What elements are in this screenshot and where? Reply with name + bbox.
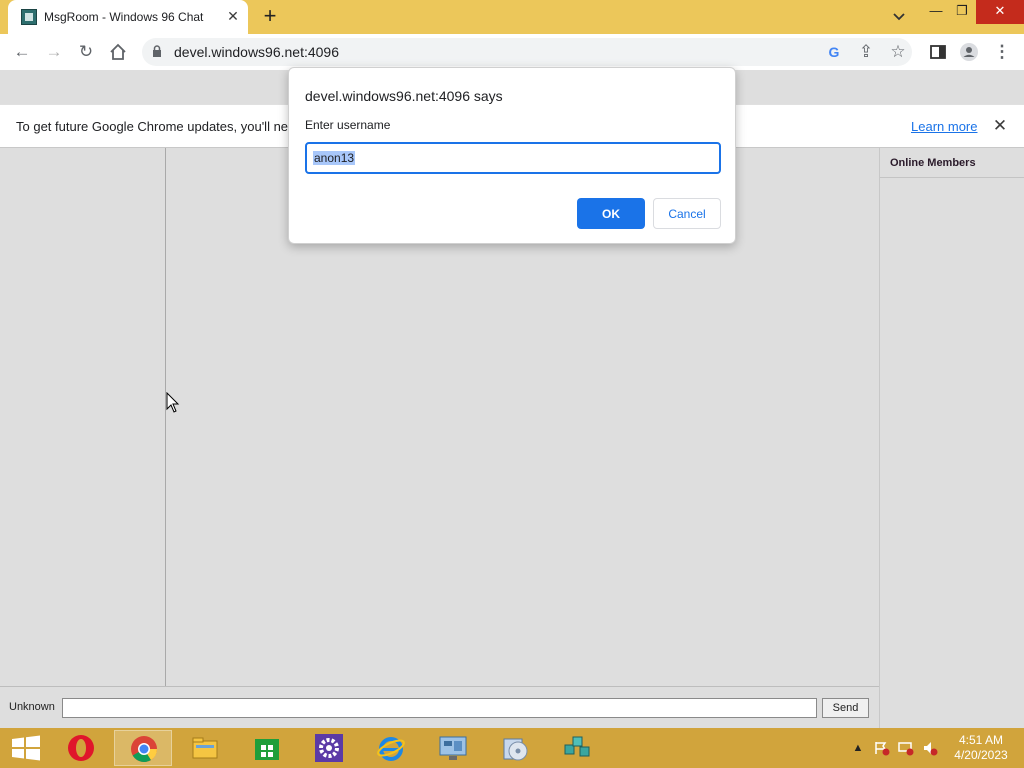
mouse-cursor-icon (166, 392, 180, 413)
share-icon[interactable]: ⇪ (856, 42, 876, 62)
msgroom-favicon-icon (21, 9, 37, 25)
learn-more-link[interactable]: Learn more (911, 119, 977, 134)
online-members-pane: Online Members (879, 148, 1024, 728)
message-input[interactable] (62, 698, 817, 718)
settings-icon (315, 734, 343, 762)
dialog-label: Enter username (305, 118, 391, 132)
infobar-close-icon[interactable]: ✕ (990, 116, 1010, 136)
online-members-heading: Online Members (880, 148, 1024, 178)
reload-icon[interactable]: ↻ (76, 42, 96, 62)
address-bar[interactable]: devel.windows96.net:4096 G ⇪ ☆ (142, 38, 912, 66)
tray-overflow-icon[interactable]: ▲ (850, 740, 866, 756)
lock-icon[interactable] (152, 45, 162, 58)
windows-start-icon[interactable] (6, 734, 46, 762)
control-panel-icon (439, 736, 467, 760)
window-close-button[interactable]: ✕ (976, 0, 1024, 24)
file-explorer-icon (192, 737, 218, 759)
taskbar-network[interactable] (548, 730, 606, 766)
taskbar-opera[interactable] (52, 730, 110, 766)
tab-title: MsgRoom - Windows 96 Chat (44, 10, 204, 24)
username-prompt-dialog: devel.windows96.net:4096 says Enter user… (288, 67, 736, 244)
chrome-icon (131, 736, 158, 763)
message-compose-bar: Unknown Send (0, 686, 879, 728)
infobar-message: To get future Google Chrome updates, you… (16, 119, 289, 134)
taskbar-control-panel[interactable] (424, 730, 482, 766)
username-input[interactable]: anon13 (305, 142, 721, 174)
taskbar-chrome[interactable] (114, 730, 172, 766)
taskbar-media-player[interactable] (486, 730, 544, 766)
network-icon (564, 736, 590, 757)
browser-tab[interactable]: MsgRoom - Windows 96 Chat ✕ (8, 0, 248, 34)
windows-taskbar: ▲ 4:51 AM 4/20/2023 (0, 728, 1024, 768)
taskbar-internet-explorer[interactable] (362, 730, 420, 766)
clock-time: 4:51 AM (958, 733, 1004, 747)
send-button[interactable]: Send (822, 698, 869, 718)
cancel-button[interactable]: Cancel (653, 198, 721, 229)
taskbar-file-explorer[interactable] (176, 730, 234, 766)
back-icon[interactable]: ← (12, 42, 32, 62)
network-status-icon[interactable] (898, 740, 914, 756)
bookmark-star-icon[interactable]: ☆ (888, 42, 908, 62)
opera-icon (68, 735, 94, 761)
room-list-pane (0, 148, 166, 686)
store-icon (255, 739, 279, 760)
url-text[interactable]: devel.windows96.net:4096 (174, 44, 339, 60)
taskbar-store[interactable] (238, 730, 296, 766)
browser-tab-strip: MsgRoom - Windows 96 Chat ✕ + — ❐ ✕ (0, 0, 1024, 34)
home-icon[interactable] (108, 42, 128, 62)
current-username: Unknown (9, 701, 55, 713)
dialog-title: devel.windows96.net:4096 says (305, 88, 503, 104)
browser-toolbar: ← → ↻ devel.windows96.net:4096 G ⇪ ☆ ⋮ (0, 34, 1024, 70)
menu-dots-icon[interactable]: ⋮ (992, 42, 1012, 62)
tab-close-icon[interactable]: ✕ (224, 7, 242, 25)
media-player-icon (503, 738, 528, 761)
side-panel-icon[interactable] (928, 42, 948, 62)
profile-avatar-icon[interactable] (959, 42, 979, 62)
taskbar-settings[interactable] (300, 730, 358, 766)
google-lens-icon[interactable]: G (824, 42, 844, 62)
tab-search-chevron-icon[interactable] (890, 9, 908, 25)
ok-button[interactable]: OK (577, 198, 645, 229)
username-input-value[interactable]: anon13 (313, 151, 356, 165)
taskbar-clock[interactable]: 4:51 AM 4/20/2023 (950, 733, 1012, 763)
forward-icon[interactable]: → (44, 42, 64, 62)
volume-muted-icon[interactable] (922, 740, 938, 756)
internet-explorer-icon (377, 737, 405, 761)
clock-date: 4/20/2023 (954, 748, 1008, 762)
restore-button[interactable]: ❐ (947, 0, 977, 24)
new-tab-button[interactable]: + (259, 5, 281, 27)
action-center-icon[interactable] (874, 740, 890, 756)
